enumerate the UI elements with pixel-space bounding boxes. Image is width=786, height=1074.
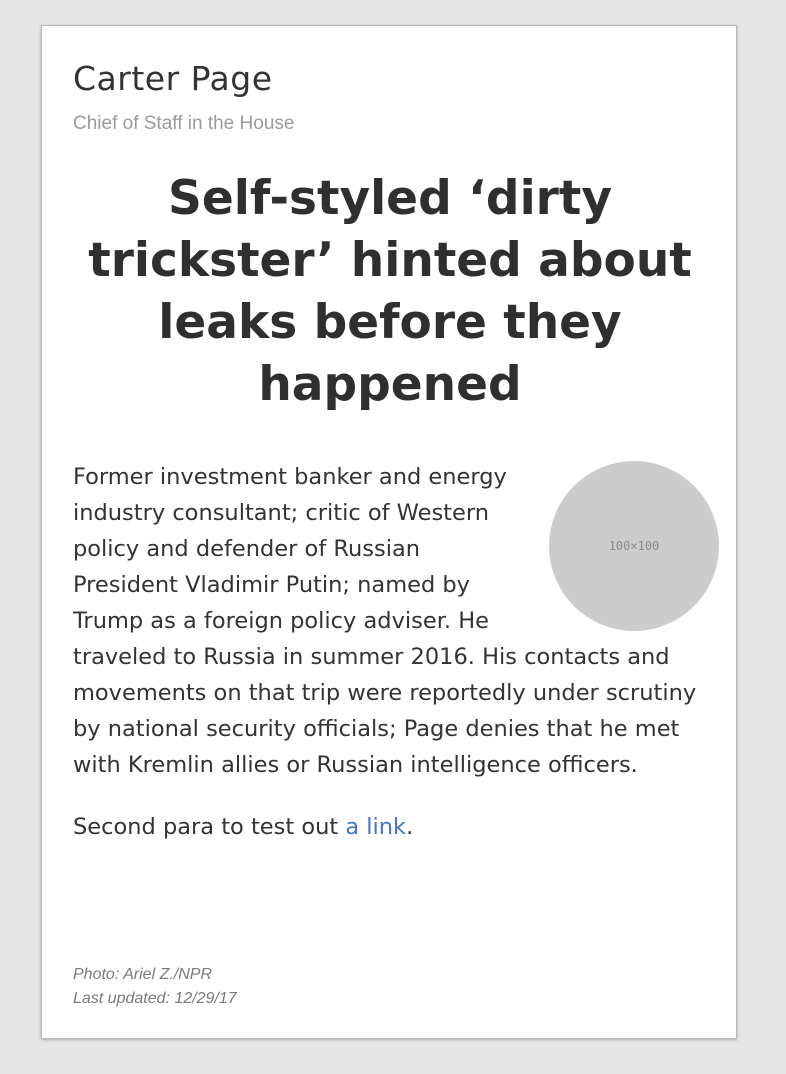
person-name: Carter Page <box>73 59 273 98</box>
last-updated: Last updated: 12/29/17 <box>73 990 237 1007</box>
person-role: Chief of Staff in the House <box>73 113 295 134</box>
paragraph-2-prefix: Second para to test out <box>73 814 346 840</box>
paragraph-1: 100×100 Former investment banker and ene… <box>73 459 719 783</box>
paragraph-2: Second para to test out a link. <box>73 809 713 845</box>
photo-placeholder: 100×100 <box>549 461 719 631</box>
photo-placeholder-label: 100×100 <box>608 539 660 553</box>
article-body: 100×100 Former investment banker and ene… <box>73 459 719 845</box>
profile-card: Carter Page Chief of Staff in the House … <box>41 25 737 1039</box>
headline: Self-styled ‘dirty trickster’ hinted abo… <box>88 171 692 412</box>
article-meta: Photo: Ariel Z./NPR Last updated: 12/29/… <box>73 963 237 1011</box>
paragraph-2-suffix: . <box>406 814 414 840</box>
photo-credit: Photo: Ariel Z./NPR <box>73 966 213 983</box>
test-link[interactable]: a link <box>345 814 406 840</box>
